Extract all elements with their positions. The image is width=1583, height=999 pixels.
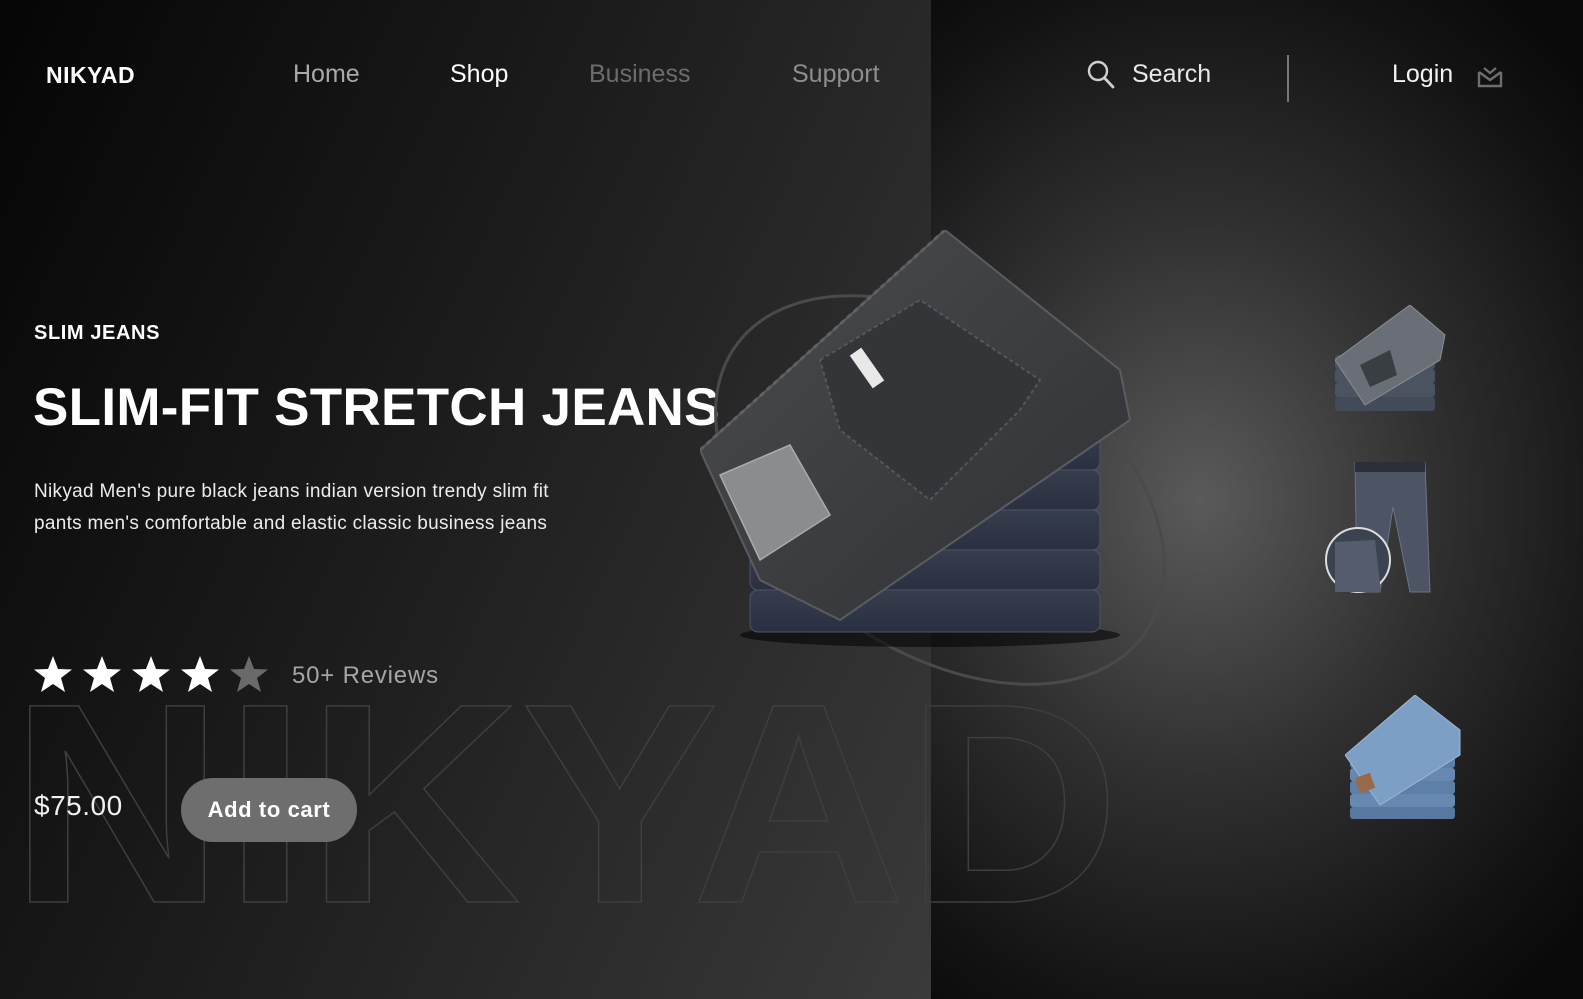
reviews-count[interactable]: 50+ Reviews — [292, 662, 439, 690]
nav-support[interactable]: Support — [792, 60, 880, 89]
thumbnail-jeans-front-view[interactable] — [1325, 462, 1450, 597]
add-to-cart-button[interactable]: Add to cart — [181, 778, 357, 842]
search-button[interactable]: Search — [1086, 58, 1211, 90]
product-category: SLIM JEANS — [34, 322, 161, 344]
nav-home[interactable]: Home — [293, 60, 360, 89]
login-link[interactable]: Login — [1392, 60, 1453, 89]
nav-shop[interactable]: Shop — [450, 60, 508, 89]
star-icon — [132, 656, 170, 692]
thumbnail-folded-grey-jeans[interactable] — [1335, 305, 1460, 420]
mail-icon[interactable] — [1476, 63, 1504, 89]
rating-stars — [33, 654, 269, 694]
star-icon — [230, 656, 268, 692]
brand-logo[interactable]: NIKYAD — [46, 62, 135, 89]
thumbnail-folded-light-denim[interactable] — [1345, 695, 1475, 825]
search-label: Search — [1132, 59, 1212, 88]
header-divider — [1287, 55, 1289, 102]
hero-jeans-image — [700, 230, 1132, 647]
nav-business[interactable]: Business — [589, 60, 690, 89]
product-description: Nikyad Men's pure black jeans indian ver… — [34, 481, 549, 534]
star-icon — [181, 656, 219, 692]
search-icon — [1087, 60, 1115, 89]
product-title: SLIM-FIT STRETCH JEANS — [33, 378, 720, 437]
star-icon — [83, 656, 121, 692]
product-price: $75.00 — [34, 790, 123, 821]
star-icon — [34, 656, 72, 692]
